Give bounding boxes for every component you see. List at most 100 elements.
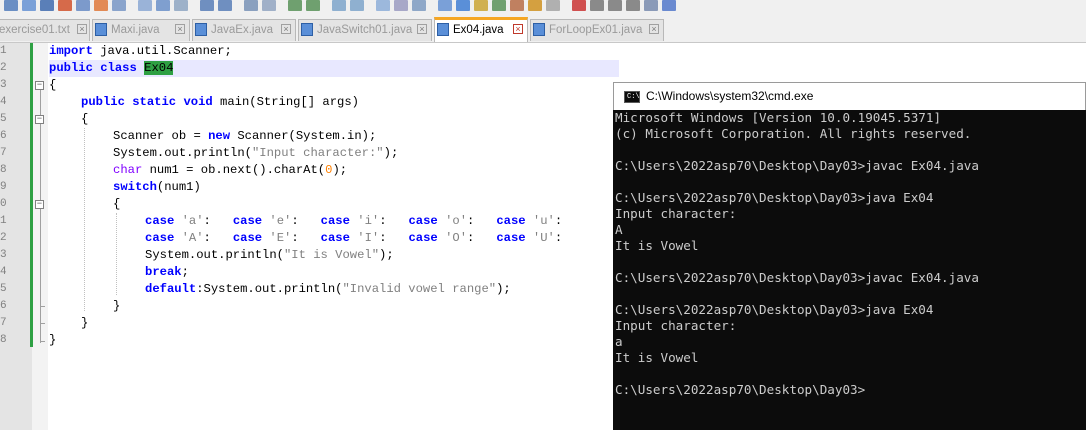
tab-label: Ex04.java	[453, 24, 504, 36]
tab-ex04-java[interactable]: Ex04.java ×	[434, 17, 528, 42]
show-all-chars-icon[interactable]	[394, 0, 408, 11]
sync-vertical-icon[interactable]	[332, 0, 346, 11]
open-file-icon[interactable]	[22, 0, 36, 11]
console-line: Microsoft Windows [Version 10.0.19045.53…	[615, 110, 942, 125]
line-number: 9	[0, 181, 7, 193]
save-icon[interactable]	[40, 0, 54, 11]
line-number: 6	[0, 130, 7, 142]
redo-icon[interactable]	[218, 0, 232, 11]
code-line-7: System.out.println("Input character:");	[113, 146, 399, 160]
tab-close-icon[interactable]: ×	[417, 24, 427, 34]
line-number: 5	[0, 113, 7, 125]
print-icon[interactable]	[112, 0, 126, 11]
copy-icon[interactable]	[156, 0, 170, 11]
code-line-1: import java.util.Scanner;	[49, 44, 232, 58]
tab-label: JavaSwitch01.java	[317, 24, 413, 36]
line-number: 3	[0, 79, 7, 91]
console-line: (c) Microsoft Corporation. All rights re…	[615, 126, 972, 141]
folder-workspace-icon[interactable]	[492, 0, 506, 11]
code-line-8: char num1 = ob.next().charAt(0);	[113, 163, 348, 177]
new-file-icon[interactable]	[4, 0, 18, 11]
tab-exercise01-txt[interactable]: exercise01.txt ×	[0, 19, 90, 41]
tab-label: exercise01.txt	[0, 24, 70, 36]
record-macro-icon[interactable]	[572, 0, 586, 11]
zoom-out-icon[interactable]	[306, 0, 320, 11]
doc-map-icon[interactable]	[456, 0, 470, 11]
line-number: 5	[0, 283, 7, 295]
line-number: 4	[0, 266, 7, 278]
console-line: C:\Users\2022asp70\Desktop\Day03>	[615, 382, 866, 397]
java-file-icon	[95, 23, 107, 36]
save-macro-icon[interactable]	[644, 0, 658, 11]
tab-forloopex01-java[interactable]: ForLoopEx01.java ×	[530, 19, 664, 41]
cmd-window[interactable]: C:\ C:\Windows\system32\cmd.exe Microsof…	[613, 82, 1086, 430]
tab-javaswitch01-java[interactable]: JavaSwitch01.java ×	[298, 19, 432, 41]
line-number: 4	[0, 96, 7, 108]
monitoring-icon[interactable]	[510, 0, 524, 11]
paste-icon[interactable]	[174, 0, 188, 11]
console-line: C:\Users\2022asp70\Desktop\Day03>java Ex…	[615, 190, 934, 205]
sync-horizontal-icon[interactable]	[350, 0, 364, 11]
fold-collapse-icon[interactable]: −	[35, 115, 44, 124]
line-number: 1	[0, 45, 7, 57]
console-line: Input character:	[615, 318, 737, 333]
code-line-13: System.out.println("It is Vowel");	[145, 248, 394, 262]
line-number: 8	[0, 164, 7, 176]
function-list-icon[interactable]	[474, 0, 488, 11]
tab-javaex-java[interactable]: JavaEx.java ×	[192, 19, 296, 41]
tab-close-icon[interactable]: ×	[281, 24, 291, 34]
console-line: Input character:	[615, 206, 737, 221]
save-all-icon[interactable]	[58, 0, 72, 11]
console-line: It is Vowel	[615, 350, 699, 365]
cut-icon[interactable]	[138, 0, 152, 11]
zoom-in-icon[interactable]	[288, 0, 302, 11]
undo-icon[interactable]	[200, 0, 214, 11]
stop-macro-icon[interactable]	[590, 0, 604, 11]
tab-label: JavaEx.java	[211, 24, 274, 36]
doc-list-icon[interactable]	[528, 0, 542, 11]
java-file-icon	[533, 23, 545, 36]
highlighted-class-name: Ex04	[144, 61, 174, 75]
tab-close-icon[interactable]: ×	[513, 24, 523, 34]
panel-icon[interactable]	[546, 0, 560, 11]
code-line-14: break;	[145, 265, 189, 279]
tab-bar: exercise01.txt × Maxi.java × JavaEx.java…	[0, 16, 1086, 43]
cmd-title-bar[interactable]: C:\ C:\Windows\system32\cmd.exe	[613, 82, 1086, 110]
indent-guide-icon[interactable]	[412, 0, 426, 11]
code-line-5: {	[81, 112, 89, 126]
fold-collapse-icon[interactable]: −	[35, 200, 44, 209]
replace-icon[interactable]	[262, 0, 276, 11]
line-number-gutter: 1 2 3 4 5 6 7 8 9 0 1 2 3 4 5 6 7 8	[0, 43, 32, 430]
tab-close-icon[interactable]: ×	[77, 24, 87, 34]
code-line-9: switch(num1)	[113, 180, 201, 194]
code-line-4: public static void main(String[] args)	[81, 95, 359, 109]
console-line: C:\Users\2022asp70\Desktop\Day03>javac E…	[615, 270, 979, 285]
toolbar	[0, 0, 1086, 14]
console-line: A	[615, 222, 623, 237]
console-line: C:\Users\2022asp70\Desktop\Day03>javac E…	[615, 158, 979, 173]
find-icon[interactable]	[244, 0, 258, 11]
line-number: 2	[0, 232, 7, 244]
tab-close-icon[interactable]: ×	[175, 24, 185, 34]
line-number: 0	[0, 198, 7, 210]
code-line-3: {	[49, 78, 57, 92]
close-all-icon[interactable]	[94, 0, 108, 11]
spell-check-icon[interactable]	[662, 0, 676, 11]
java-file-icon	[437, 23, 449, 36]
line-number: 7	[0, 147, 7, 159]
tab-maxi-java[interactable]: Maxi.java ×	[92, 19, 190, 41]
code-line-18: }	[49, 333, 57, 347]
line-number: 1	[0, 215, 7, 227]
cmd-console-output[interactable]: Microsoft Windows [Version 10.0.19045.53…	[613, 110, 1086, 430]
tab-close-icon[interactable]: ×	[649, 24, 659, 34]
tab-label: Maxi.java	[111, 24, 160, 36]
run-macro-multiple-icon[interactable]	[626, 0, 640, 11]
code-line-15: default:System.out.println("Invalid vowe…	[145, 282, 511, 296]
fold-collapse-icon[interactable]: −	[35, 81, 44, 90]
tab-label: ForLoopEx01.java	[549, 24, 643, 36]
console-line: It is Vowel	[615, 238, 699, 253]
play-macro-icon[interactable]	[608, 0, 622, 11]
word-wrap-icon[interactable]	[376, 0, 390, 11]
close-icon[interactable]	[76, 0, 90, 11]
lang-define-icon[interactable]	[438, 0, 452, 11]
